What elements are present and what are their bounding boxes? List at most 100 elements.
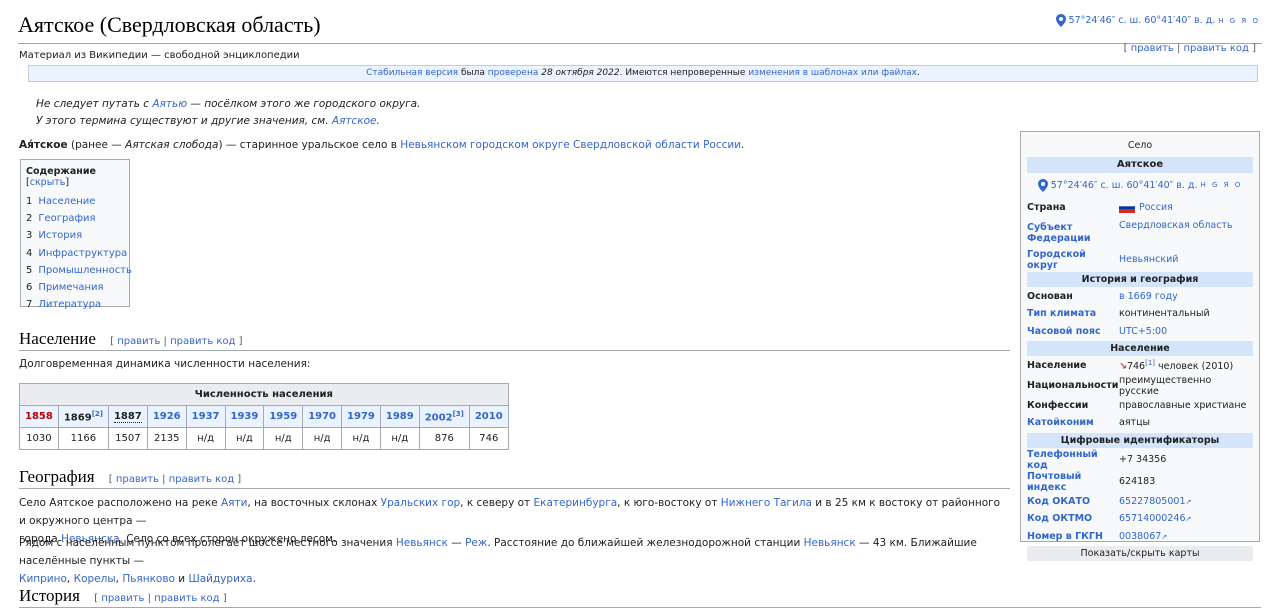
external-link-icon: ↗	[1185, 515, 1192, 524]
edit-link[interactable]: править	[1131, 43, 1174, 54]
toc-item[interactable]: 3 История	[26, 227, 124, 244]
population-table: Численность населения 1858 1869[2] 1887 …	[19, 383, 509, 450]
year-cell[interactable]: 1959	[263, 405, 304, 428]
location-pin-icon	[1037, 178, 1048, 192]
value-cell: 2135	[146, 427, 187, 450]
section-edit-link[interactable]: править	[116, 474, 159, 485]
link-korely[interactable]: Корелы	[74, 573, 116, 585]
toc-item[interactable]: 2 География	[26, 210, 124, 227]
value-cell: 1030	[19, 427, 59, 450]
coordinates-link[interactable]: 57°24′46″ с. ш. 60°41′40″ в. д.	[1069, 15, 1216, 26]
edit-code-link[interactable]: править код	[1184, 43, 1249, 54]
year-cell[interactable]: 1979	[341, 405, 381, 428]
value-cell: 1166	[57, 427, 109, 450]
infobox-section-history: История и география	[1027, 271, 1253, 287]
year-cell[interactable]: 1939	[224, 405, 265, 428]
russia-link[interactable]: России	[703, 139, 741, 151]
infobox: Село Аятское 57°24′46″ с. ш. 60°41′40″ в…	[1020, 131, 1260, 561]
infobox-row-district: Городской округ Невьянский	[1027, 248, 1179, 271]
page-title: Аятское (Свердловская область)	[18, 12, 321, 37]
hatnote-link-disambig[interactable]: Аятское	[332, 115, 377, 127]
stable-version-link[interactable]: Стабильная версия	[366, 68, 458, 78]
section-edit-code-link[interactable]: править код	[154, 593, 219, 604]
gkgn-link[interactable]: 0038067	[1119, 531, 1161, 542]
link-shaidurikha[interactable]: Шайдуриха	[188, 573, 252, 585]
year-cell[interactable]: 1858	[19, 405, 59, 428]
founded-link[interactable]: в 1669 году	[1119, 291, 1178, 302]
link-kiprino[interactable]: Киприно	[19, 573, 67, 585]
section-edit-code-link[interactable]: править код	[170, 336, 235, 347]
section-divider	[19, 350, 1010, 351]
toc-item[interactable]: 6 Примечания	[26, 279, 124, 296]
year-cell[interactable]: 1869[2]	[57, 405, 109, 428]
section-edit-code-link[interactable]: править код	[169, 474, 234, 485]
year-cell[interactable]: 1989	[379, 405, 420, 428]
link-nevyansk-station[interactable]: Невьянск	[804, 537, 856, 549]
link-ekaterinburg[interactable]: Екатеринбурга	[534, 497, 618, 509]
infobox-section-population: Население	[1027, 341, 1253, 356]
value-cell: н/д	[224, 427, 265, 450]
infobox-type: Село	[1127, 140, 1153, 151]
section-heading-geography: География [ править | править код ]	[19, 467, 242, 486]
infobox-coordinates: 57°24′46″ с. ш. 60°41′40″ в. д. H G Я O	[1027, 177, 1253, 193]
hatnote: Не следует путать с Аятью — посёлком это…	[36, 98, 421, 110]
toggle-maps-button[interactable]: Показать/скрыть карты	[1027, 546, 1253, 561]
year-cell[interactable]: 1970	[302, 405, 343, 428]
value-cell: н/д	[379, 427, 420, 450]
hatnote-link-ayat[interactable]: Аятью	[152, 98, 187, 110]
section-edit-link[interactable]: править	[117, 336, 160, 347]
okato-link[interactable]: 65227805001	[1119, 496, 1186, 507]
section-divider	[19, 488, 1010, 489]
district-link[interactable]: Невьянском городском округе Свердловской…	[400, 139, 699, 151]
year-cell[interactable]: 2002[3]	[418, 405, 470, 428]
year-cell[interactable]: 1926	[146, 405, 187, 428]
section-edit-link[interactable]: править	[101, 593, 144, 604]
infobox-row-confessions: Конфессии православные христиане	[1027, 399, 1247, 411]
link-nevyansk-2[interactable]: Невьянск	[396, 537, 448, 549]
russia-flag-icon	[1119, 202, 1135, 213]
infobox-row-population: Население ↘746[1] человек (2010)	[1027, 359, 1234, 373]
infobox-row-founded: Основан в 1669 году	[1027, 290, 1178, 302]
link-aiati[interactable]: Аяти	[221, 497, 247, 509]
year-cell[interactable]: 1937	[185, 405, 226, 428]
tagline: Материал из Википедии — свободной энцикл…	[19, 50, 300, 61]
infobox-row-subject: Субъект Федерации Свердловская область	[1027, 219, 1233, 244]
infobox-row-okato: Код ОКАТО 65227805001↗	[1027, 495, 1192, 507]
year-cell[interactable]: 2010	[468, 405, 509, 428]
timezone-link[interactable]: UTC+5:00	[1119, 326, 1167, 337]
link-tagil[interactable]: Нижнего Тагила	[721, 497, 812, 509]
district-value-link[interactable]: Невьянский	[1119, 254, 1178, 265]
infobox-row-country: Страна Россия	[1027, 202, 1173, 214]
subject-link[interactable]: Свердловская область	[1119, 220, 1233, 231]
page-edit-links: [ править | править код ]	[1123, 43, 1256, 54]
checked-link[interactable]: проверена	[488, 68, 539, 78]
geography-paragraph-2: Рядом с населённым пунктом пролегает шос…	[19, 537, 977, 585]
hatnote: У этого термина существуют и другие знач…	[36, 115, 380, 127]
value-cell: н/д	[185, 427, 226, 450]
pending-changes-link[interactable]: изменения в шаблонах или файлах	[748, 68, 917, 78]
infobox-row-oktmo: Код ОКТМО 65714000246↗	[1027, 513, 1192, 525]
lead-paragraph: Ая́тское (ранее — Аятская слобода) — ста…	[19, 139, 745, 151]
link-rezh[interactable]: Реж	[465, 537, 487, 549]
infobox-row-climate: Тип климата континентальный	[1027, 308, 1210, 320]
external-link-icon: ↗	[1161, 532, 1168, 541]
value-cell: 876	[418, 427, 470, 450]
infobox-row-phone: Телефонный код +7 34356	[1027, 448, 1167, 471]
value-cell: 1507	[107, 427, 148, 450]
oktmo-link[interactable]: 65714000246	[1119, 513, 1186, 524]
map-services-links[interactable]: H G Я O	[1218, 17, 1260, 25]
map-services-links[interactable]: H G Я O	[1200, 181, 1242, 189]
toc-item[interactable]: 7 Литература	[26, 296, 124, 313]
coordinates-link[interactable]: 57°24′46″ с. ш. 60°41′40″ в. д.	[1051, 180, 1198, 191]
decrease-arrow-icon: ↘	[1119, 361, 1127, 373]
country-link[interactable]: Россия	[1139, 202, 1173, 213]
toc-hide-link[interactable]: скрыть	[30, 177, 66, 188]
link-ural[interactable]: Уральских гор	[381, 497, 461, 509]
section-heading-population: Население [ править | править код ]	[19, 329, 243, 348]
value-cell: н/д	[263, 427, 304, 450]
toc-item[interactable]: 5 Промышленность	[26, 262, 132, 279]
checked-date: 28 октября 2022	[541, 68, 620, 78]
link-pyankovo[interactable]: Пьянково	[122, 573, 175, 585]
toc-item[interactable]: 1 Население	[26, 193, 124, 210]
toc-item[interactable]: 4 Инфраструктура	[26, 245, 127, 262]
